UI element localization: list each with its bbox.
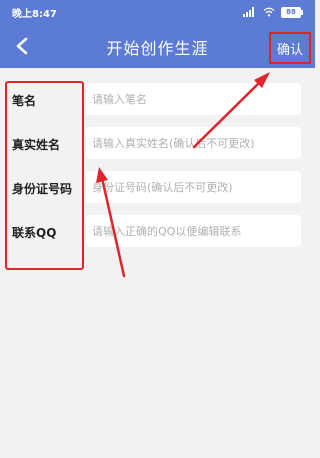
nav-bar: 开始创作生涯 确认	[0, 24, 315, 68]
contact-qq-input[interactable]	[86, 215, 301, 247]
id-number-label: 身份证号码	[12, 182, 73, 196]
status-time: 晚上8:47	[12, 9, 57, 20]
wifi-icon	[263, 7, 275, 17]
back-button[interactable]	[8, 30, 36, 62]
pen-name-input[interactable]	[86, 83, 301, 115]
pen-name-label: 笔名	[12, 94, 37, 108]
pen-name-row: 笔名	[0, 80, 315, 120]
real-name-input[interactable]	[86, 127, 301, 159]
battery-icon: 88	[281, 6, 303, 18]
real-name-row: 真实姓名	[0, 124, 315, 164]
contact-qq-row: 联系QQ	[0, 212, 315, 252]
status-bar: 晚上8:47 88	[0, 0, 315, 24]
real-name-label: 真实姓名	[12, 138, 61, 152]
status-icons: 88	[243, 5, 303, 19]
signal-icon	[243, 7, 254, 17]
id-number-row: 身份证号码	[0, 168, 315, 208]
id-number-input[interactable]	[86, 171, 301, 203]
page-title: 开始创作生涯	[106, 39, 209, 58]
contact-qq-label: 联系QQ	[12, 226, 57, 240]
confirm-button[interactable]: 确认	[269, 32, 311, 64]
back-arrow-icon	[16, 37, 28, 55]
